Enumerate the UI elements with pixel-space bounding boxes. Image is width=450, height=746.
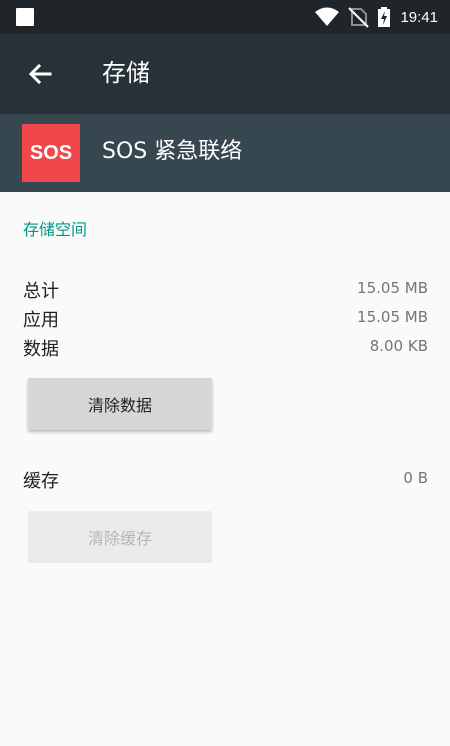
status-bar: 19:41 <box>0 0 450 34</box>
clear-data-button[interactable]: 清除数据 <box>28 378 212 430</box>
clear-cache-button: 清除缓存 <box>28 511 212 563</box>
app-name: SOS 紧急联络 <box>102 139 243 164</box>
wifi-icon <box>315 7 340 26</box>
row-label: 总计 <box>23 281 59 302</box>
page-title: 存储 <box>102 59 150 87</box>
arrow-back-icon[interactable] <box>26 60 54 88</box>
row-value: 0 B <box>403 469 428 487</box>
app-icon: SOS <box>22 124 80 182</box>
status-icons: 19:41 <box>314 6 438 28</box>
cache-row: 缓存 0 B <box>23 467 428 495</box>
battery-charging-icon <box>378 7 391 27</box>
row-value: 15.05 MB <box>357 308 428 326</box>
row-label: 缓存 <box>23 471 59 492</box>
status-time: 19:41 <box>400 8 438 26</box>
app-icon-text: SOS <box>29 141 73 164</box>
row-label: 数据 <box>23 339 59 360</box>
storage-row-app: 应用 15.05 MB <box>23 306 428 334</box>
storage-section-title: 存储空间 <box>23 220 88 239</box>
notification-square-icon <box>16 8 34 26</box>
row-value: 8.00 KB <box>369 337 428 355</box>
row-value: 15.05 MB <box>357 279 428 297</box>
no-sim-icon <box>348 7 370 28</box>
storage-row-total: 总计 15.05 MB <box>23 277 428 305</box>
toolbar: 存储 <box>0 34 450 114</box>
app-header: SOS SOS 紧急联络 <box>0 114 450 192</box>
storage-row-data: 数据 8.00 KB <box>23 335 428 363</box>
row-label: 应用 <box>23 310 59 331</box>
